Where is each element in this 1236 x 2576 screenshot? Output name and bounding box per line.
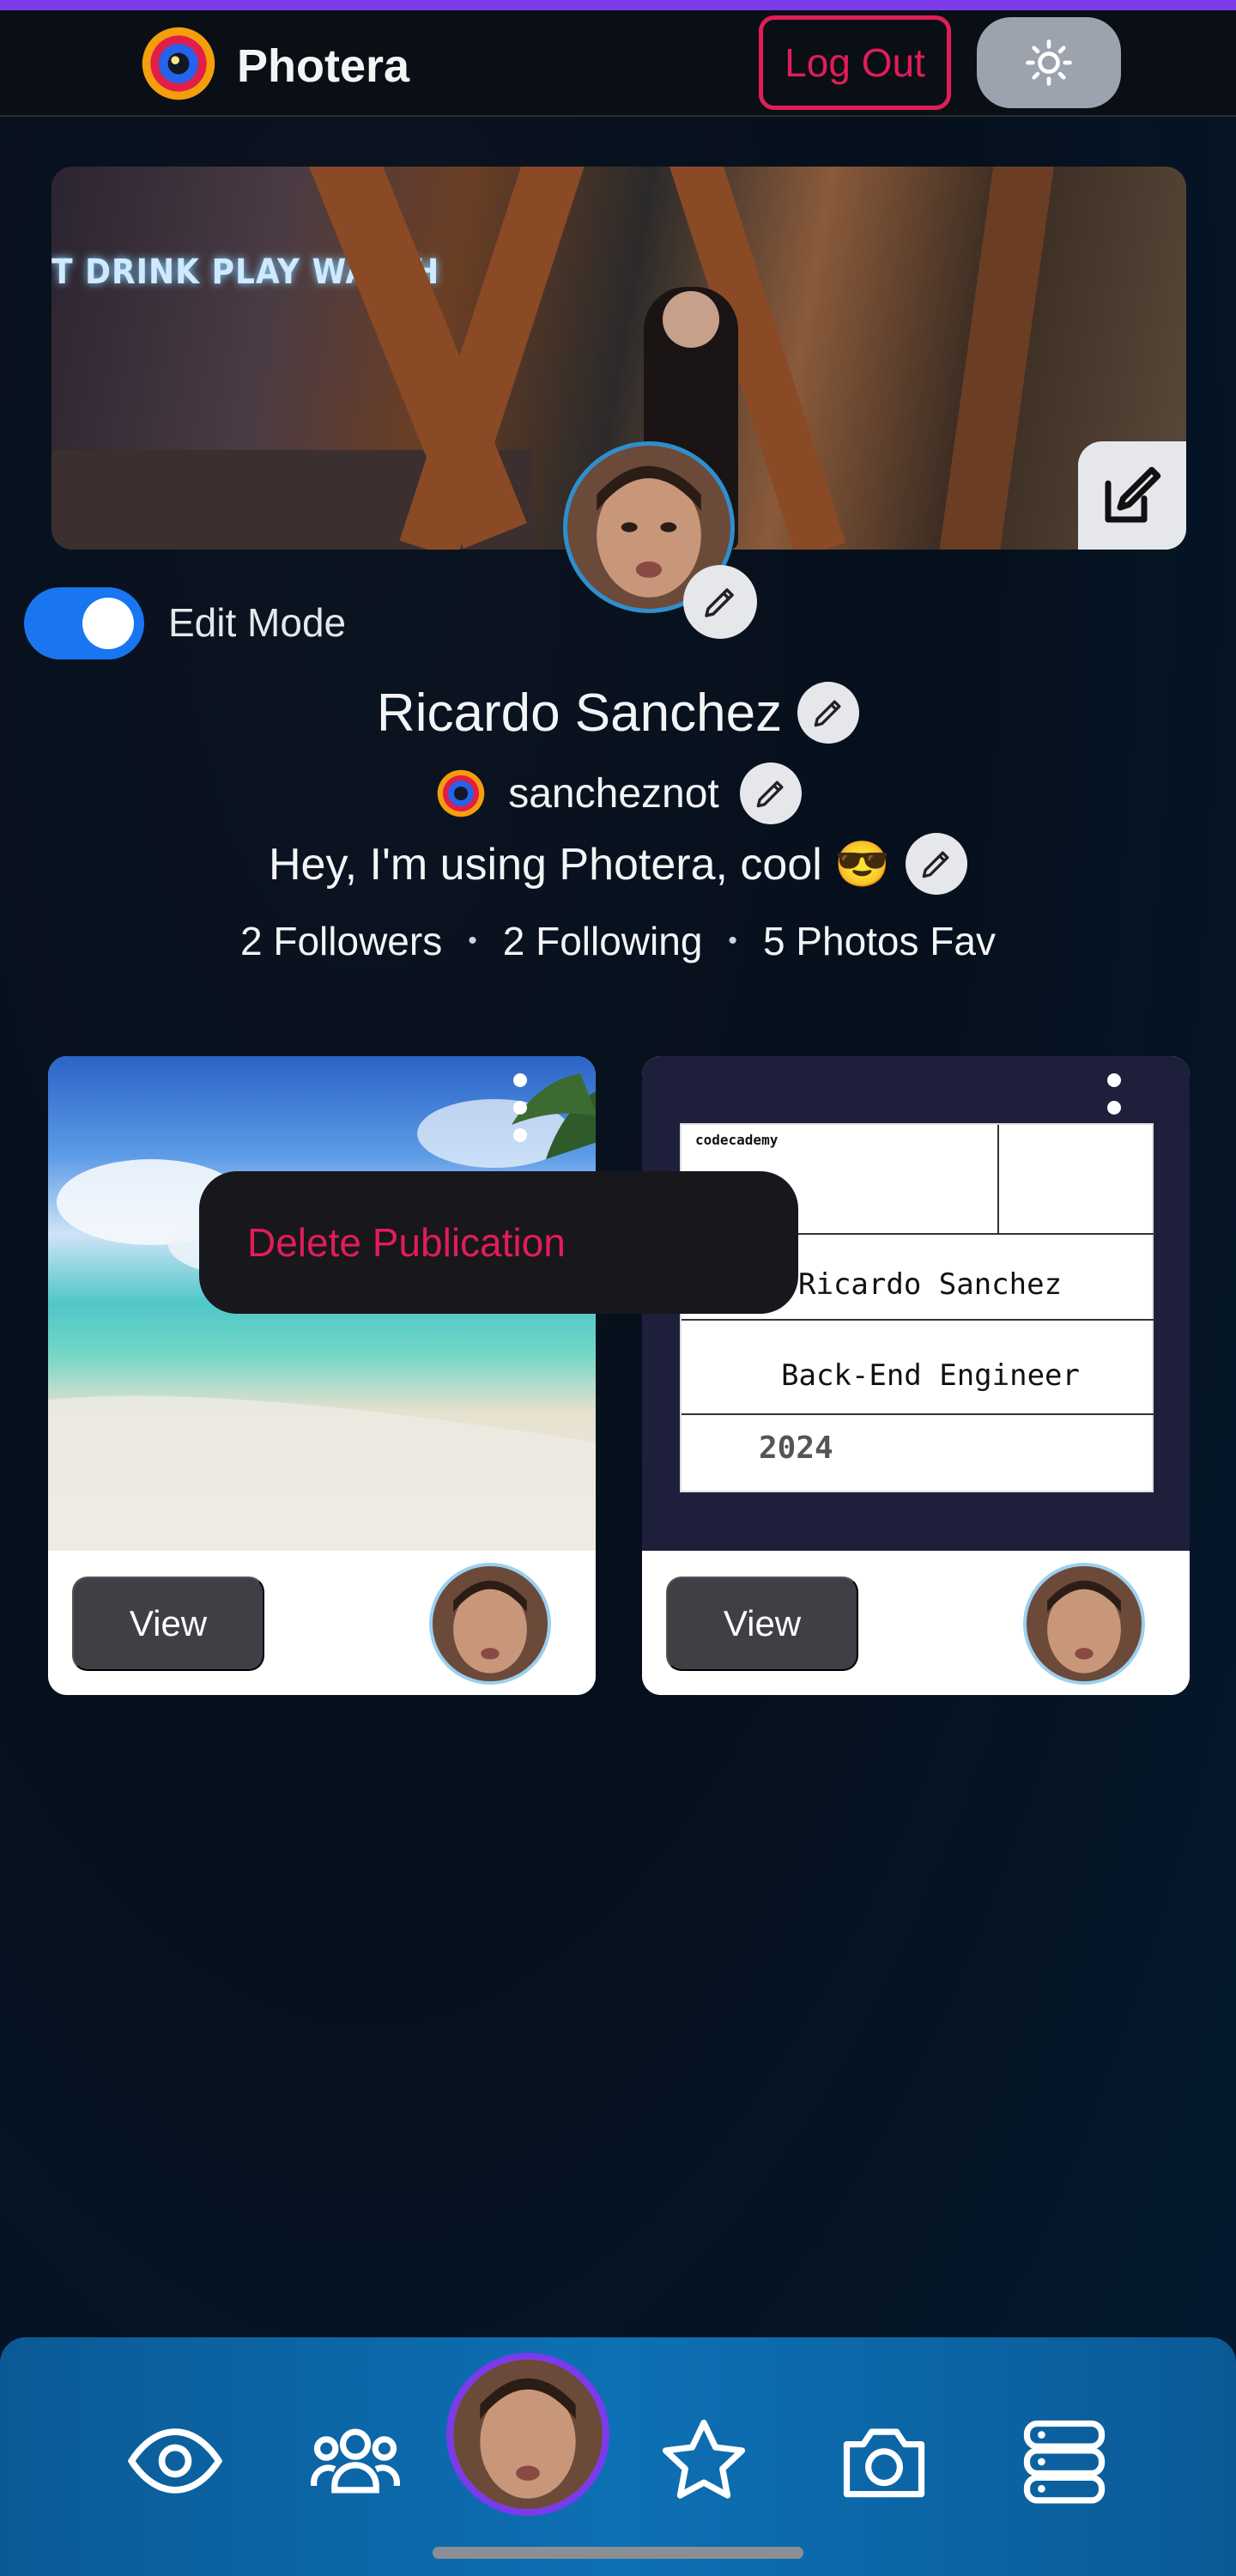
certificate-name: Ricardo Sanchez (798, 1267, 1063, 1302)
top-accent-bar (0, 0, 1236, 10)
avatar-face-icon (433, 1566, 548, 1681)
cover-person-head (663, 291, 719, 348)
star-icon (662, 2419, 746, 2499)
pencil-icon (814, 700, 841, 727)
toggle-knob (82, 598, 134, 649)
publication-card-footer: View (642, 1551, 1190, 1695)
profile-stats: 2 Followers • 2 Following • 5 Photos Fav (0, 915, 1236, 967)
publication-author-avatar[interactable] (1023, 1563, 1145, 1685)
edit-mode-label: Edit Mode (168, 600, 347, 645)
pencil-icon (756, 781, 784, 808)
publication-card: View (48, 1056, 596, 1695)
separator-dot: • (468, 927, 477, 955)
nav-favorites[interactable] (654, 2411, 754, 2511)
camera-icon (843, 2428, 925, 2498)
edit-cover-button[interactable] (1078, 441, 1186, 550)
photera-logo-icon[interactable] (137, 22, 220, 105)
home-indicator (433, 2547, 803, 2559)
publication-options-button[interactable] (1106, 1073, 1123, 1142)
certificate-role: Back-End Engineer (781, 1358, 1080, 1393)
edit-bio-button[interactable] (906, 833, 967, 895)
separator-dot: • (728, 927, 737, 955)
publication-options-button[interactable] (512, 1073, 529, 1142)
bottom-navigation (0, 2337, 1236, 2576)
pencil-icon (705, 588, 734, 617)
certificate-year: 2024 (759, 1431, 833, 1466)
following-count[interactable]: 2 Following (503, 918, 703, 964)
cert-rule (997, 1125, 999, 1233)
view-publication-button[interactable]: View (666, 1577, 858, 1671)
edit-mode-toggle[interactable] (24, 587, 144, 659)
profile-bio: Hey, I'm using Photera, cool 😎 (268, 839, 890, 890)
community-icon (311, 2428, 400, 2494)
profile-bio-row: Hey, I'm using Photera, cool 😎 (0, 829, 1236, 898)
edit-square-icon (1105, 466, 1161, 523)
profile-name-row: Ricardo Sanchez (0, 678, 1236, 747)
cert-rule (682, 1319, 1155, 1321)
pencil-icon (922, 851, 949, 878)
logout-button[interactable]: Log Out (759, 15, 951, 110)
photera-logo-icon (437, 769, 485, 817)
cert-rule (682, 1413, 1155, 1415)
avatar-face-icon (1027, 1566, 1142, 1681)
delete-publication-menu-item[interactable]: Delete Publication (247, 1219, 566, 1266)
app-brand-name: Photera (237, 40, 410, 92)
cover-beam (938, 167, 1056, 550)
publication-context-menu: Delete Publication (199, 1171, 798, 1314)
avatar-face-icon (453, 2360, 603, 2509)
nav-camera[interactable] (834, 2411, 934, 2511)
sun-icon (1026, 39, 1072, 86)
theme-toggle-button[interactable] (977, 17, 1121, 108)
publication-card: codecademy Ricardo Sanchez Back-End Engi… (642, 1056, 1190, 1695)
nav-profile-avatar[interactable] (446, 2353, 609, 2516)
nav-community[interactable] (306, 2411, 405, 2511)
eye-icon (127, 2428, 223, 2494)
nav-storage[interactable] (1015, 2411, 1114, 2511)
followers-count[interactable]: 2 Followers (240, 918, 442, 964)
profile-username: sancheznot (508, 770, 719, 817)
publication-card-footer: View (48, 1551, 596, 1695)
server-icon (1023, 2420, 1106, 2504)
photos-fav-count[interactable]: 5 Photos Fav (763, 918, 996, 964)
view-publication-button[interactable]: View (72, 1577, 264, 1671)
edit-avatar-button[interactable] (683, 565, 757, 639)
top-navbar: Photera Log Out (0, 10, 1236, 117)
edit-username-button[interactable] (739, 762, 802, 824)
profile-username-row: sancheznot (0, 759, 1236, 828)
publication-author-avatar[interactable] (429, 1563, 551, 1685)
certificate-issuer: codecademy (695, 1132, 779, 1148)
edit-name-button[interactable] (797, 682, 860, 744)
profile-name: Ricardo Sanchez (376, 683, 783, 743)
nav-explore[interactable] (125, 2411, 225, 2511)
